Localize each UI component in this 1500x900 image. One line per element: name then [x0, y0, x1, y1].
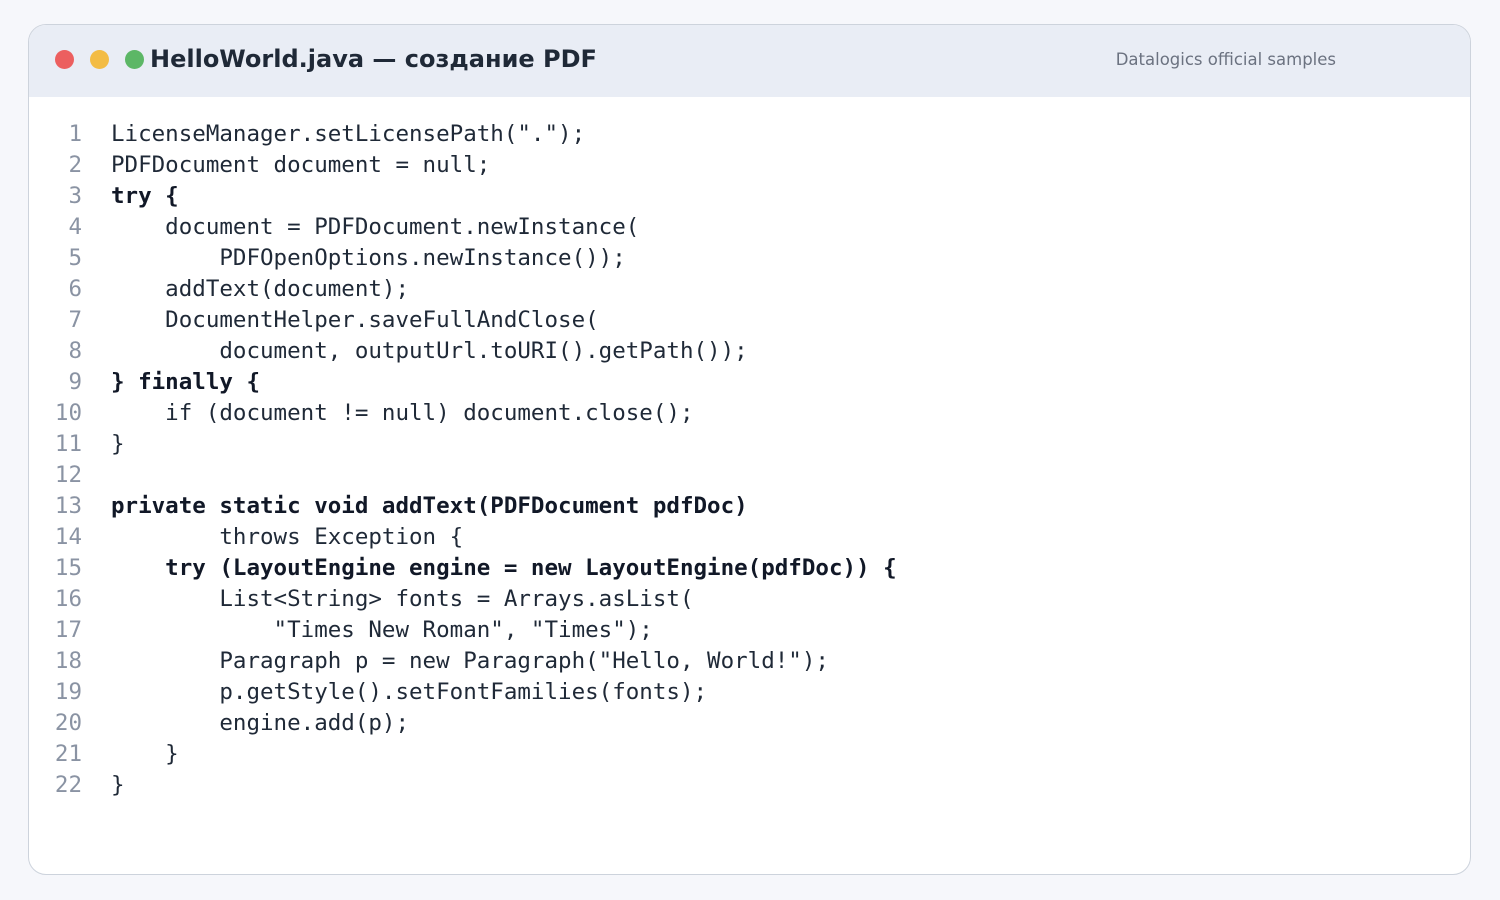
code-line: 16 List<String> fonts = Arrays.asList(	[29, 584, 1470, 615]
line-number: 10	[54, 400, 82, 426]
line-number: 3	[68, 183, 82, 209]
code-text: }	[111, 741, 179, 767]
line-number: 17	[54, 617, 82, 643]
line-number: 7	[68, 307, 82, 333]
code-area: 1 LicenseManager.setLicensePath("."); 2 PDF…	[29, 119, 1470, 801]
code-text: document = PDFDocument.newInstance(	[111, 214, 640, 240]
code-text: document, outputUrl.toURI().getPath());	[111, 338, 748, 364]
code-text: PDFDocument document = null;	[111, 152, 491, 178]
zoom-dot-icon[interactable]	[125, 50, 144, 69]
code-text: DocumentHelper.saveFullAndClose(	[111, 307, 599, 333]
code-text: engine.add(p);	[111, 710, 410, 736]
code-text: p.getStyle().setFontFamilies(fonts);	[111, 679, 708, 705]
window-title: HelloWorld.java — создание PDF	[150, 45, 597, 73]
code-text: Paragraph p = new Paragraph("Hello, Worl…	[111, 648, 829, 674]
line-number: 20	[54, 710, 82, 736]
line-number: 4	[68, 214, 82, 240]
line-number: 16	[54, 586, 82, 612]
code-text: try (LayoutEngine engine = new LayoutEng…	[111, 555, 897, 581]
window-subtitle: Datalogics official samples	[1115, 50, 1336, 69]
code-text: PDFOpenOptions.newInstance());	[111, 245, 626, 271]
line-number: 1	[68, 121, 82, 147]
code-line: 14 throws Exception {	[29, 522, 1470, 553]
line-number: 21	[54, 741, 82, 767]
code-line: 17 "Times New Roman", "Times");	[29, 615, 1470, 646]
code-line: 4 document = PDFDocument.newInstance(	[29, 212, 1470, 243]
code-line: 6 addText(document);	[29, 274, 1470, 305]
code-line: 15 try (LayoutEngine engine = new Layout…	[29, 553, 1470, 584]
line-number: 14	[54, 524, 82, 550]
code-line: 7 DocumentHelper.saveFullAndClose(	[29, 305, 1470, 336]
code-text: try {	[111, 183, 179, 209]
code-text: if (document != null) document.close();	[111, 400, 694, 426]
code-text: private static void addText(PDFDocument …	[111, 493, 748, 519]
line-number: 11	[54, 431, 82, 457]
line-number: 2	[68, 152, 82, 178]
line-number: 6	[68, 276, 82, 302]
line-number: 18	[54, 648, 82, 674]
code-text: }	[111, 772, 125, 798]
line-number: 9	[68, 369, 82, 395]
code-line: 12	[29, 460, 1470, 491]
code-line: 21 }	[29, 739, 1470, 770]
window-titlebar: HelloWorld.java — создание PDF Datalogic…	[29, 25, 1470, 97]
line-number: 5	[68, 245, 82, 271]
line-number: 15	[54, 555, 82, 581]
code-line: 11}	[29, 429, 1470, 460]
code-text: }	[111, 431, 125, 457]
code-text: List<String> fonts = Arrays.asList(	[111, 586, 694, 612]
line-number: 12	[54, 462, 82, 488]
code-text: } finally {	[111, 369, 261, 395]
code-window: HelloWorld.java — создание PDF Datalogic…	[28, 24, 1471, 875]
code-line: 10 if (document != null) document.close(…	[29, 398, 1470, 429]
code-line: 2 PDFDocument document = null;	[29, 150, 1470, 181]
code-line: 13 private static void addText(PDFDocumen…	[29, 491, 1470, 522]
minimize-dot-icon[interactable]	[90, 50, 109, 69]
code-text: throws Exception {	[111, 524, 464, 550]
line-number: 8	[68, 338, 82, 364]
code-line: 19 p.getStyle().setFontFamilies(fonts);	[29, 677, 1470, 708]
line-number: 22	[54, 772, 82, 798]
line-number: 19	[54, 679, 82, 705]
code-line: 1 LicenseManager.setLicensePath(".");	[29, 119, 1470, 150]
close-dot-icon[interactable]	[55, 50, 74, 69]
code-text: "Times New Roman", "Times");	[111, 617, 653, 643]
code-line: 18 Paragraph p = new Paragraph("Hello, W…	[29, 646, 1470, 677]
code-text: LicenseManager.setLicensePath(".");	[111, 121, 586, 147]
code-line: 8 document, outputUrl.toURI().getPath())…	[29, 336, 1470, 367]
code-line: 22}	[29, 770, 1470, 801]
code-line: 20 engine.add(p);	[29, 708, 1470, 739]
code-line: 3 try {	[29, 181, 1470, 212]
line-number: 13	[54, 493, 82, 519]
code-line: 9 } finally {	[29, 367, 1470, 398]
code-text: addText(document);	[111, 276, 410, 302]
code-line: 5 PDFOpenOptions.newInstance());	[29, 243, 1470, 274]
